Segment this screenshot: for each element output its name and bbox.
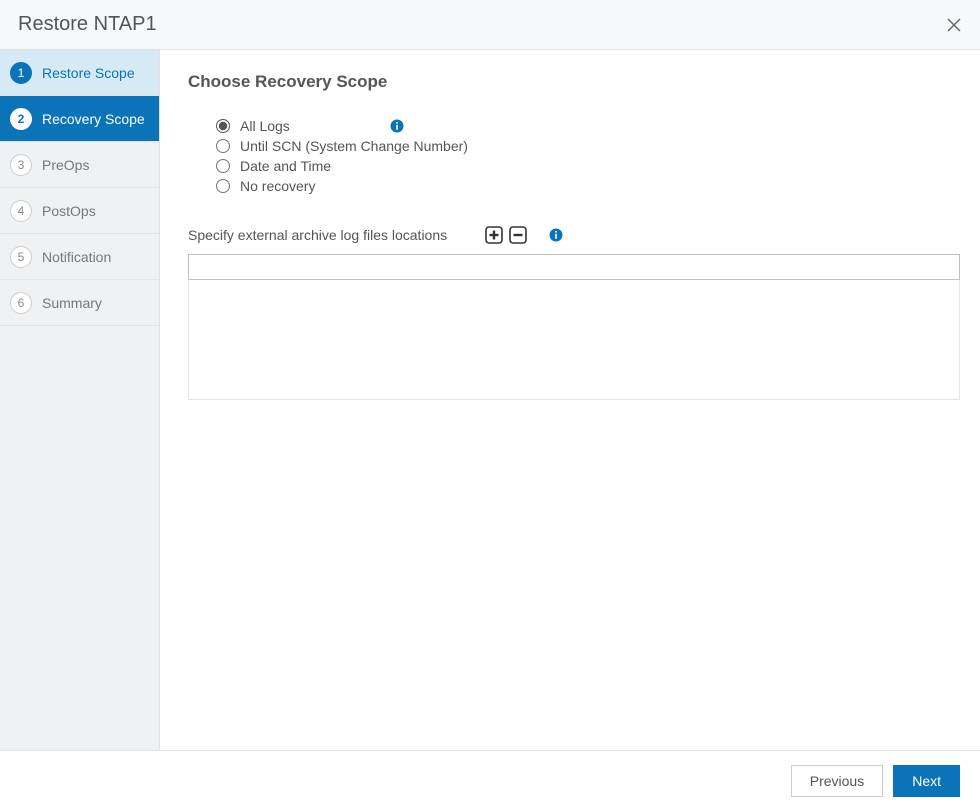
add-path-button[interactable]	[485, 226, 503, 244]
step-restore-scope[interactable]: 1 Restore Scope	[0, 50, 159, 96]
step-label: Restore Scope	[42, 65, 135, 81]
info-icon[interactable]	[549, 228, 563, 242]
plus-icon	[485, 226, 503, 244]
radio-label: All Logs	[240, 118, 290, 134]
archive-path-list	[188, 280, 960, 400]
archive-section-header: Specify external archive log files locat…	[188, 226, 952, 244]
radio-label: No recovery	[240, 178, 315, 194]
step-number: 4	[10, 200, 32, 222]
step-notification[interactable]: 5 Notification	[0, 234, 159, 280]
step-label: Summary	[42, 295, 102, 311]
info-icon[interactable]	[390, 119, 404, 133]
radio-all-logs[interactable]	[216, 119, 230, 133]
step-postops[interactable]: 4 PostOps	[0, 188, 159, 234]
archive-path-input[interactable]	[188, 254, 960, 280]
wizard-sidebar: 1 Restore Scope 2 Recovery Scope 3 PreOp…	[0, 50, 160, 750]
minus-icon	[509, 226, 527, 244]
recovery-scope-options: All Logs Until SCN (System Change Number…	[188, 116, 952, 196]
step-preops[interactable]: 3 PreOps	[0, 142, 159, 188]
wizard-content: Choose Recovery Scope All Logs Until SCN…	[160, 50, 980, 750]
option-all-logs[interactable]: All Logs	[216, 116, 952, 136]
step-number: 3	[10, 154, 32, 176]
content-heading: Choose Recovery Scope	[188, 72, 952, 92]
step-number: 2	[10, 108, 32, 130]
remove-path-button[interactable]	[509, 226, 527, 244]
step-number: 5	[10, 246, 32, 268]
radio-no-recovery[interactable]	[216, 179, 230, 193]
step-number: 6	[10, 292, 32, 314]
close-icon	[946, 17, 962, 33]
dialog-title: Restore NTAP1	[18, 13, 157, 36]
step-label: Notification	[42, 249, 111, 265]
option-no-recovery[interactable]: No recovery	[216, 176, 952, 196]
step-label: PostOps	[42, 203, 96, 219]
dialog-header: Restore NTAP1	[0, 0, 980, 50]
previous-button[interactable]: Previous	[791, 765, 883, 797]
step-label: Recovery Scope	[42, 111, 145, 127]
radio-label: Date and Time	[240, 158, 331, 174]
archive-label: Specify external archive log files locat…	[188, 227, 447, 243]
option-date-time[interactable]: Date and Time	[216, 156, 952, 176]
option-until-scn[interactable]: Until SCN (System Change Number)	[216, 136, 952, 156]
radio-date-time[interactable]	[216, 159, 230, 173]
next-button[interactable]: Next	[893, 765, 960, 797]
step-label: PreOps	[42, 157, 89, 173]
radio-label: Until SCN (System Change Number)	[240, 138, 468, 154]
step-recovery-scope[interactable]: 2 Recovery Scope	[0, 96, 159, 142]
radio-until-scn[interactable]	[216, 139, 230, 153]
wizard-footer: Previous Next	[0, 750, 980, 810]
close-button[interactable]	[946, 17, 962, 33]
step-number: 1	[10, 62, 32, 84]
step-summary[interactable]: 6 Summary	[0, 280, 159, 326]
